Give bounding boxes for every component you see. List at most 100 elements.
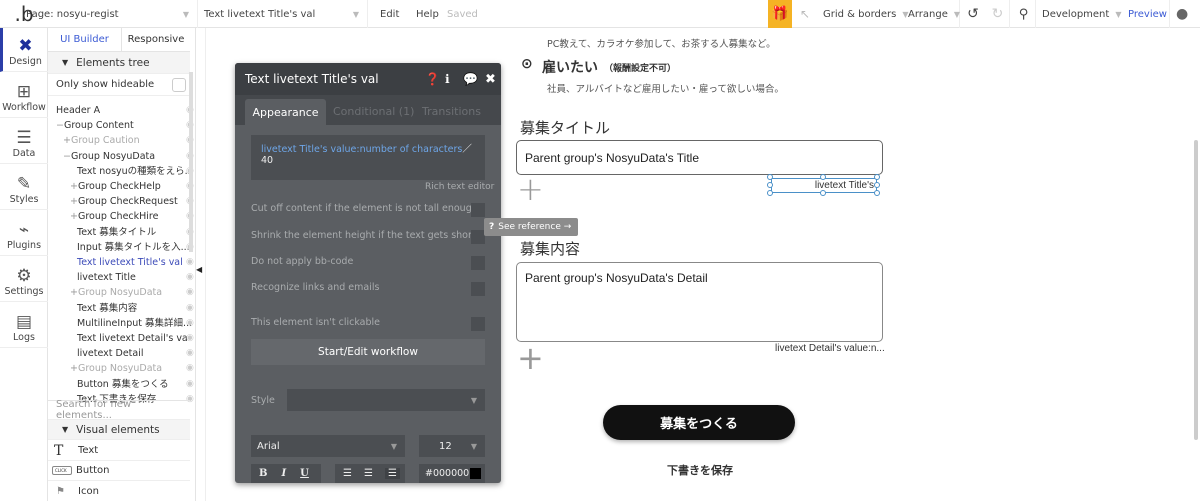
account-avatar-icon[interactable]: ● xyxy=(1176,0,1188,28)
tree-item[interactable]: Header A◉ xyxy=(56,103,194,118)
see-reference-tooltip[interactable]: ? See reference → xyxy=(484,218,578,236)
resize-handle[interactable] xyxy=(874,174,880,180)
resize-handle[interactable] xyxy=(874,182,880,188)
color-swatch[interactable] xyxy=(470,468,481,479)
tree-item[interactable]: Input 募集タイトルを入...◉ xyxy=(77,240,194,255)
tab-appearance[interactable]: Appearance xyxy=(245,99,326,125)
visual-element-button[interactable]: CLICK Button xyxy=(48,461,190,481)
detail-multiline-input[interactable]: Parent group's NosyuData's Detail xyxy=(516,262,883,342)
not-clickable-checkbox[interactable] xyxy=(471,317,485,331)
tree-item[interactable]: livetext Title ◉ xyxy=(77,270,194,285)
expand-toggle[interactable]: + xyxy=(63,135,71,146)
canvas-scrollbar[interactable] xyxy=(1194,140,1198,440)
expand-toggle[interactable]: − xyxy=(63,151,71,162)
tree-item[interactable]: MultilineInput 募集詳細... ◉ xyxy=(77,316,194,331)
font-size-dropdown[interactable]: 12 ▼ xyxy=(419,435,485,457)
tree-item[interactable]: +Group CheckRequest◉ xyxy=(70,194,194,209)
tab-ui-builder[interactable]: UI Builder xyxy=(48,28,122,52)
visibility-eye-icon[interactable]: ◉ xyxy=(186,270,194,285)
tab-transitions[interactable]: Transitions xyxy=(422,105,481,118)
visibility-eye-icon[interactable]: ◉ xyxy=(186,361,194,376)
bbcode-checkbox[interactable] xyxy=(471,256,485,270)
page-selector[interactable]: Page: nosyu-regist ▼ xyxy=(24,0,198,28)
visual-element-icon[interactable]: ⚑ Icon xyxy=(48,481,190,501)
expand-toggle[interactable]: + xyxy=(70,196,78,207)
nav-data[interactable]: ☰ Data xyxy=(0,118,48,164)
visibility-eye-icon[interactable]: ◉ xyxy=(186,377,194,392)
tree-item[interactable]: −Group Content◉ xyxy=(56,118,194,133)
nav-workflow[interactable]: ⊞ Workflow xyxy=(0,72,48,118)
save-draft-link[interactable]: 下書きを保存 xyxy=(667,462,733,478)
resize-handle[interactable] xyxy=(874,190,880,196)
visibility-eye-icon[interactable]: ◉ xyxy=(186,346,194,361)
nav-plugins[interactable]: ⌁ Plugins xyxy=(0,210,48,256)
title-input[interactable]: Parent group's NosyuData's Title xyxy=(516,140,883,175)
tree-item[interactable]: +Group NosyuData ◉ xyxy=(70,285,194,300)
start-edit-workflow-button[interactable]: Start/Edit workflow xyxy=(251,339,485,365)
links-checkbox[interactable] xyxy=(471,282,485,296)
plus-icon[interactable]: + xyxy=(517,170,544,208)
resize-handle[interactable] xyxy=(767,190,773,196)
nav-settings[interactable]: ⚙ Settings xyxy=(0,256,48,302)
editor-header[interactable]: Text livetext Title's val ❓ ℹ 💬 ✖ xyxy=(235,63,501,95)
resize-handle[interactable] xyxy=(767,182,773,188)
undo-icon[interactable]: ↺ xyxy=(962,0,984,28)
tree-item[interactable]: Button 募集をつくる ◉ xyxy=(77,377,194,392)
tree-scrollbar[interactable] xyxy=(189,72,193,252)
visibility-eye-icon[interactable]: ◉ xyxy=(186,316,194,331)
redo-icon[interactable]: ↻ xyxy=(986,0,1010,28)
tree-item[interactable]: Text 募集タイトル◉ xyxy=(77,225,194,240)
italic-button[interactable]: I xyxy=(281,468,286,479)
element-selector[interactable]: Text livetext Title's val ▼ xyxy=(198,0,368,28)
align-left-icon[interactable]: ☰ xyxy=(343,468,352,479)
check-circle-icon[interactable]: ⊙ xyxy=(521,56,533,72)
edit-menu[interactable]: Edit xyxy=(380,0,399,28)
create-recruitment-button[interactable]: 募集をつくる xyxy=(603,405,795,440)
nav-logs[interactable]: ▤ Logs xyxy=(0,302,48,348)
dynamic-expression[interactable]: livetext Title's value:number of charact… xyxy=(261,144,462,155)
style-dropdown[interactable]: ▼ xyxy=(287,389,485,411)
gift-icon[interactable]: 🎁 xyxy=(768,0,792,28)
visibility-eye-icon[interactable]: ◉ xyxy=(186,331,194,346)
shrink-checkbox[interactable] xyxy=(471,230,485,244)
align-center-icon[interactable]: ☰ xyxy=(364,468,373,479)
resize-handle[interactable] xyxy=(767,174,773,180)
expand-toggle[interactable]: + xyxy=(70,363,78,374)
rich-text-editor-link[interactable]: Rich text editor xyxy=(425,182,494,192)
tree-item[interactable]: +Group NosyuData ◉ xyxy=(70,361,194,376)
tree-item[interactable]: Text livetext Title's val ◉ xyxy=(77,255,194,270)
visual-element-text[interactable]: T Text xyxy=(48,441,190,461)
elements-tree-header[interactable]: ▼ Elements tree xyxy=(48,52,190,74)
tree-item[interactable]: +Group CheckHire◉ xyxy=(70,209,194,224)
tab-responsive[interactable]: Responsive xyxy=(122,28,190,52)
text-expression-input[interactable]: livetext Title's value:number of charact… xyxy=(251,135,485,180)
tree-item[interactable]: +Group CheckHelp◉ xyxy=(70,179,194,194)
cut-off-checkbox[interactable] xyxy=(471,203,485,217)
grid-borders-menu[interactable]: Grid & borders ▼ xyxy=(823,0,909,28)
tree-item[interactable]: +Group Caution◉ xyxy=(63,133,194,148)
expand-toggle[interactable]: + xyxy=(70,181,78,192)
tree-item[interactable]: Text livetext Detail's va ◉ xyxy=(77,331,194,346)
resize-handle[interactable] xyxy=(820,174,826,180)
font-color-picker[interactable]: #000000 xyxy=(419,464,485,483)
plus-icon[interactable]: + xyxy=(517,339,544,377)
tab-conditional[interactable]: Conditional (1) xyxy=(333,105,414,118)
visibility-eye-icon[interactable]: ◉ xyxy=(186,285,194,300)
expand-toggle[interactable]: + xyxy=(70,211,78,222)
help-menu[interactable]: Help xyxy=(416,0,439,28)
nav-design[interactable]: ✖ Design xyxy=(0,28,48,72)
visual-elements-header[interactable]: ▼ Visual elements xyxy=(48,420,190,440)
font-dropdown[interactable]: Arial ▼ xyxy=(251,435,405,457)
expand-toggle[interactable]: + xyxy=(70,287,78,298)
visibility-eye-icon[interactable]: ◉ xyxy=(186,255,194,270)
search-elements-input[interactable]: Search for new elements... xyxy=(48,399,190,421)
visibility-eye-icon[interactable]: ◉ xyxy=(186,301,194,316)
align-right-icon[interactable]: ☰ xyxy=(384,468,400,479)
preview-link[interactable]: Preview xyxy=(1128,0,1170,28)
only-show-hideable[interactable]: Only show hideable xyxy=(48,74,190,96)
nav-styles[interactable]: ✎ Styles xyxy=(0,164,48,210)
environment-selector[interactable]: Development ▼ xyxy=(1042,0,1121,28)
hideable-checkbox[interactable] xyxy=(172,77,186,92)
tree-item[interactable]: Text nosyuの種類をえら...◉ xyxy=(77,164,194,179)
info-icon[interactable]: ℹ xyxy=(445,72,450,86)
